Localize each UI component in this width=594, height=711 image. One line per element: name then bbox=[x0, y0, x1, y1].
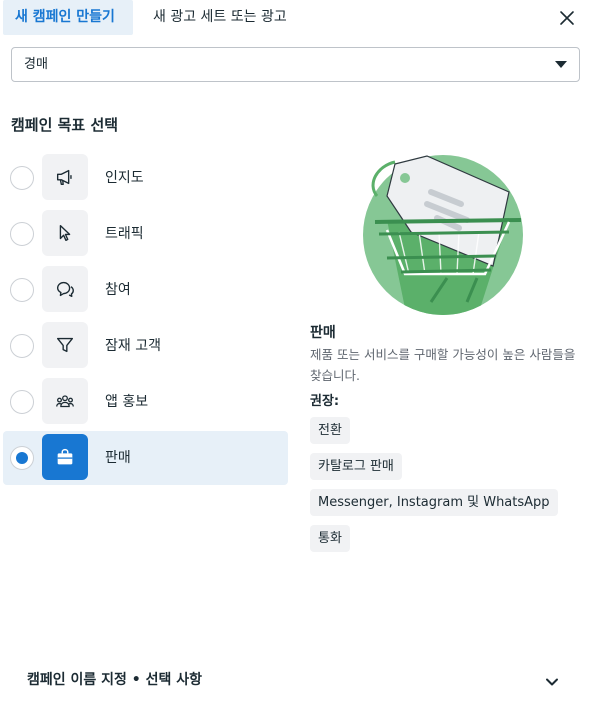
buying-type-select[interactable]: 경매 bbox=[11, 47, 580, 82]
campaign-name-section[interactable]: 캠페인 이름 지정 • 선택 사항 bbox=[0, 660, 594, 700]
objective-radio-selected[interactable] bbox=[10, 446, 34, 470]
tab-new-campaign[interactable]: 새 캠페인 만들기 bbox=[3, 0, 133, 35]
cursor-icon bbox=[42, 210, 88, 256]
campaign-name-label: 캠페인 이름 지정 • 선택 사항 bbox=[27, 672, 202, 688]
objective-sales[interactable]: 판매 bbox=[3, 431, 288, 485]
objective-traffic[interactable]: 트래픽 bbox=[3, 207, 288, 261]
objective-app-promotion[interactable]: 앱 홍보 bbox=[3, 375, 288, 429]
objective-leads[interactable]: 잠재 고객 bbox=[3, 319, 288, 373]
objective-label: 인지도 bbox=[105, 170, 144, 186]
objective-label: 트래픽 bbox=[105, 226, 144, 242]
objective-awareness[interactable]: 인지도 bbox=[3, 151, 288, 205]
detail-description: 제품 또는 서비스를 구매할 가능성이 높은 사람들을 찾습니다. bbox=[310, 347, 576, 383]
objective-label: 앱 홍보 bbox=[105, 394, 149, 410]
objective-radio[interactable] bbox=[10, 334, 34, 358]
sales-illustration bbox=[363, 155, 523, 315]
objective-label: 참여 bbox=[105, 282, 131, 298]
megaphone-icon bbox=[42, 154, 88, 200]
close-icon[interactable] bbox=[555, 6, 579, 30]
objective-label: 잠재 고객 bbox=[105, 338, 161, 354]
objective-radio[interactable] bbox=[10, 222, 34, 246]
objective-radio[interactable] bbox=[10, 166, 34, 190]
shopping-bag-icon bbox=[42, 434, 88, 480]
people-icon bbox=[42, 378, 88, 424]
recommended-chip: Messenger, Instagram 및 WhatsApp bbox=[310, 489, 558, 516]
chat-bubbles-icon bbox=[42, 266, 88, 312]
funnel-icon bbox=[42, 322, 88, 368]
objective-radio[interactable] bbox=[10, 390, 34, 414]
detail-title: 판매 bbox=[310, 325, 336, 341]
recommended-chip: 전환 bbox=[310, 417, 350, 444]
recommended-chip: 카탈로그 판매 bbox=[310, 453, 402, 480]
recommended-heading: 권장: bbox=[310, 394, 340, 409]
objective-label: 판매 bbox=[105, 450, 131, 466]
objective-engagement[interactable]: 참여 bbox=[3, 263, 288, 317]
buying-type-value: 경매 bbox=[24, 57, 48, 72]
header-tabs: 새 캠페인 만들기 새 광고 세트 또는 광고 bbox=[0, 0, 594, 36]
objective-radio[interactable] bbox=[10, 278, 34, 302]
caret-down-icon bbox=[555, 61, 567, 68]
tab-new-ad-set-or-ad[interactable]: 새 광고 세트 또는 광고 bbox=[141, 0, 299, 35]
recommended-chip: 통화 bbox=[310, 525, 350, 552]
chevron-down-icon[interactable] bbox=[542, 672, 562, 692]
objective-heading: 캠페인 목표 선택 bbox=[11, 116, 119, 134]
